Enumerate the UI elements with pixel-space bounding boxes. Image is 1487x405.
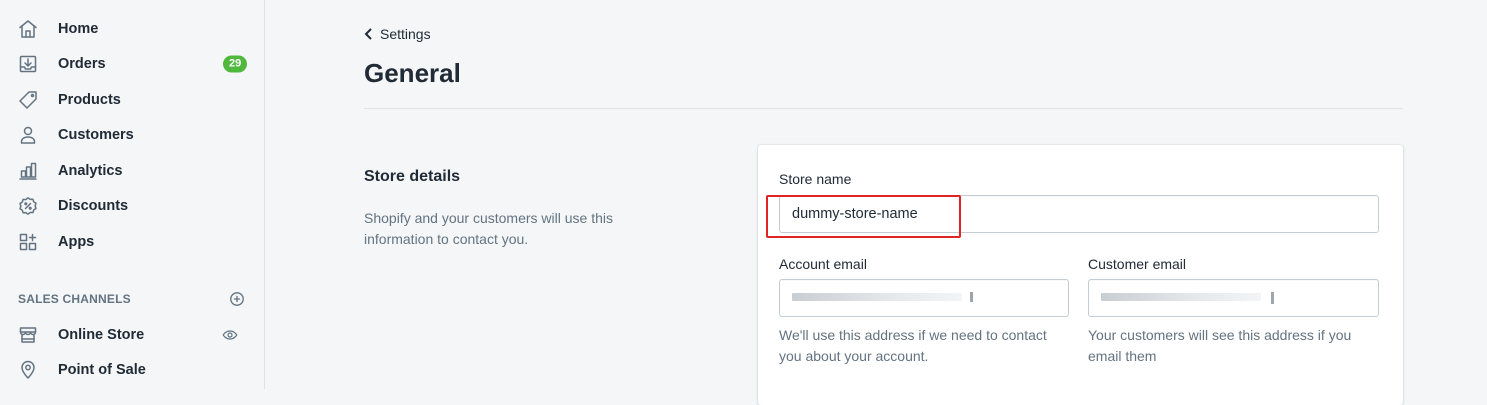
sidebar-item-label: Apps bbox=[58, 234, 95, 250]
sidebar: Home Orders 29 Products Customers Analyt… bbox=[0, 0, 265, 389]
redacted-value bbox=[1101, 293, 1261, 301]
sidebar-item-online-store[interactable]: Online Store bbox=[0, 319, 264, 351]
sidebar-item-label: Point of Sale bbox=[58, 362, 146, 378]
sidebar-item-orders[interactable]: Orders 29 bbox=[0, 48, 264, 80]
plus-circle-icon bbox=[230, 292, 244, 306]
location-pin-icon bbox=[17, 359, 39, 381]
account-email-help: We'll use this address if we need to con… bbox=[779, 327, 1047, 364]
sidebar-item-discounts[interactable]: Discounts bbox=[0, 190, 264, 222]
sidebar-item-label: Online Store bbox=[58, 327, 145, 343]
store-details-card: Store name Account email We'll use this … bbox=[758, 145, 1403, 405]
sidebar-item-label: Home bbox=[58, 21, 99, 37]
sidebar-item-label: Customers bbox=[58, 127, 134, 143]
redacted-value bbox=[1271, 292, 1274, 304]
home-icon bbox=[17, 18, 39, 40]
eye-icon bbox=[222, 330, 238, 340]
add-sales-channel-button[interactable] bbox=[228, 290, 246, 308]
redacted-value bbox=[792, 293, 962, 301]
store-icon bbox=[17, 324, 39, 346]
sidebar-item-home[interactable]: Home bbox=[0, 13, 264, 45]
back-to-settings-link[interactable]: Settings bbox=[364, 26, 431, 42]
back-link-label: Settings bbox=[380, 26, 431, 42]
sidebar-item-apps[interactable]: Apps bbox=[0, 226, 264, 258]
sales-channels-header: SALES CHANNELS bbox=[18, 288, 248, 310]
tag-icon bbox=[17, 89, 39, 111]
sidebar-item-label: Analytics bbox=[58, 163, 123, 179]
sidebar-item-customers[interactable]: Customers bbox=[0, 119, 264, 151]
discount-icon bbox=[17, 195, 39, 217]
sidebar-item-label: Discounts bbox=[58, 198, 129, 214]
section-title: Store details bbox=[364, 168, 461, 185]
store-name-input[interactable] bbox=[779, 195, 1379, 233]
customer-email-input[interactable] bbox=[1088, 279, 1379, 317]
sidebar-item-analytics[interactable]: Analytics bbox=[0, 155, 264, 187]
orders-count-badge: 29 bbox=[223, 55, 248, 73]
customer-email-help: Your customers will see this address if … bbox=[1088, 327, 1352, 364]
redacted-value bbox=[970, 292, 973, 302]
sidebar-item-label: Orders bbox=[58, 56, 106, 72]
sidebar-item-point-of-sale[interactable]: Point of Sale bbox=[0, 354, 264, 386]
sidebar-item-label: Products bbox=[58, 92, 121, 108]
sidebar-item-products[interactable]: Products bbox=[0, 84, 264, 116]
view-online-store-button[interactable] bbox=[220, 325, 240, 345]
store-name-label: Store name bbox=[779, 171, 852, 187]
chevron-left-icon bbox=[364, 27, 374, 41]
orders-icon bbox=[17, 53, 39, 75]
bar-chart-icon bbox=[17, 160, 39, 182]
apps-icon bbox=[17, 231, 39, 253]
account-email-label: Account email bbox=[779, 256, 867, 272]
divider bbox=[364, 108, 1403, 109]
person-icon bbox=[17, 124, 39, 146]
sales-channels-title: SALES CHANNELS bbox=[18, 292, 131, 306]
account-email-input[interactable] bbox=[779, 279, 1069, 317]
page-title: General bbox=[364, 58, 461, 88]
section-description: Shopify and your customers will use this… bbox=[364, 210, 613, 247]
customer-email-label: Customer email bbox=[1088, 256, 1187, 272]
